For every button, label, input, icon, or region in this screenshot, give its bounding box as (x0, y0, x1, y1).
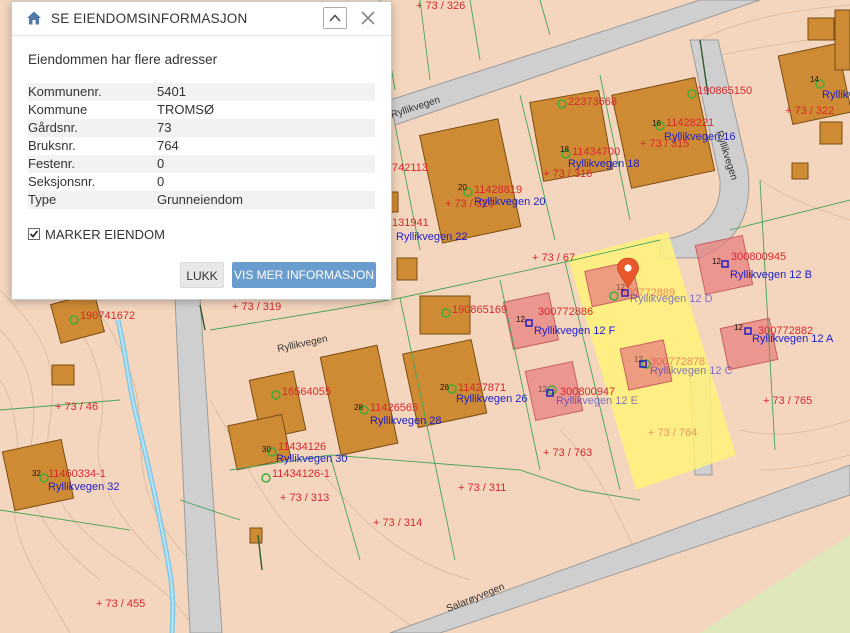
parcel-number-label: + 73 / 313 (280, 492, 329, 504)
building-id-label: 11426565 (370, 402, 418, 414)
building-id-label: 22373668 (568, 96, 617, 108)
building-id-label: 11434126-1 (272, 468, 330, 480)
marker-label: MARKER EIENDOM (45, 227, 165, 242)
row-value: 73 (157, 119, 375, 137)
parcel-number-label: + 73 / 326 (416, 0, 465, 12)
show-more-info-button[interactable]: VIS MER INFORMASJON (232, 262, 376, 288)
row-label: Kommune (28, 102, 88, 117)
row-label: Festenr. (28, 155, 157, 173)
building-id-label: 742113 (392, 162, 428, 174)
collapse-button[interactable] (323, 7, 347, 29)
row-value: 0 (157, 174, 165, 189)
house-number-label: 12 (634, 355, 643, 364)
building-id-label: 16564055 (282, 386, 331, 398)
house-number-label: 12 (734, 323, 743, 332)
close-button[interactable]: LUKK (180, 262, 224, 288)
table-row: Seksjonsnr. 0 (28, 173, 375, 191)
chevron-up-icon (329, 14, 341, 22)
table-row: Gårdsnr. 73 (28, 119, 375, 137)
row-value: TROMSØ (157, 102, 215, 117)
house-number-label: 32 (32, 469, 41, 478)
building-id-label: 11434700 (572, 146, 620, 158)
popup-title: SE EIENDOMSINFORMASJON (51, 11, 248, 26)
parcel-number-label: + 73 / 765 (763, 395, 812, 407)
building-id-label: 190865169 (452, 304, 507, 316)
table-row: Kommunenr. 5401 (28, 83, 375, 101)
address-label: Ryllikvegen 12 F (534, 325, 616, 337)
house-number-label: 16 (652, 119, 661, 128)
row-value: Grunneiendom (157, 191, 375, 209)
green-area (700, 535, 850, 633)
building-id-label: 11428221 (666, 117, 714, 129)
address-label: Ryllikvegen 20 (474, 196, 546, 208)
building-id-label: 190741672 (80, 310, 135, 322)
house-number-label: 26 (440, 383, 449, 392)
parcel-number-label: + 73 / 319 (232, 301, 281, 313)
property-info-table: Kommunenr. 5401 Kommune TROMSØ Gårdsnr. 73 … (28, 83, 375, 209)
building-id-label: 131941 (392, 217, 429, 229)
row-label: Type (28, 191, 157, 209)
parcel-number-label: + 73 / 311 (458, 482, 506, 494)
row-value: 764 (157, 138, 179, 153)
building-id-label: 11428819 (474, 184, 522, 196)
marker-checkbox[interactable] (28, 228, 40, 240)
street-name-label: Ryllikvegen (276, 334, 328, 355)
row-label: Seksjonsnr. (28, 174, 96, 189)
property-info-popup: SE EIENDOMSINFORMASJON Eiendommen har fl… (11, 1, 392, 300)
building-id-label: 300772886 (538, 306, 593, 318)
parcel-number-label: + 73 / 763 (543, 447, 592, 459)
marker-property-option[interactable]: MARKER EIENDOM (28, 227, 165, 242)
row-value: 0 (157, 155, 375, 173)
address-label: Ryllikvegen 12 A (752, 333, 834, 345)
parcel-number-label: + 73 / 314 (373, 517, 422, 529)
address-label: Ryllikvegen 18 (568, 158, 640, 170)
building-id-label: 11434126 (278, 441, 326, 453)
popup-subtitle: Eiendommen har flere adresser (28, 52, 218, 67)
address-label: Ryllikvegen 12 D (630, 293, 713, 305)
table-row: Type Grunneiendom (28, 191, 375, 209)
row-value: 5401 (157, 83, 375, 101)
house-number-label: 12 (538, 385, 547, 394)
house-number-label: 14 (810, 75, 819, 84)
close-icon[interactable] (358, 8, 378, 28)
address-label: Ryllikvegen 12 E (556, 395, 638, 407)
house-number-label: 12 (616, 283, 625, 292)
house-number-label: 18 (560, 145, 569, 154)
house-number-label: 12 (712, 257, 721, 266)
parcel-number-label: + 73 / 322 (785, 105, 834, 117)
row-label: Kommunenr. (28, 83, 157, 101)
building-id-label: 300800945 (731, 251, 786, 263)
building-id-label: 11460334-1 (48, 468, 106, 480)
parcel-number-label: + 73 / 455 (96, 598, 145, 610)
checkmark-icon (29, 230, 39, 238)
address-label: Ryllikvegen 28 (370, 415, 442, 427)
address-label: Ryllikvegen 26 (456, 393, 528, 405)
house-number-label: 30 (262, 445, 271, 454)
parcel-number-label: + 73 / 764 (648, 427, 697, 439)
table-row: Kommune TROMSØ (28, 101, 375, 119)
address-label: Ryllikvegen 32 (48, 481, 120, 493)
parcel-number-label: + 73 / 46 (55, 401, 98, 413)
table-row: Festenr. 0 (28, 155, 375, 173)
address-label: Ryllikvegen 12 C (650, 365, 733, 377)
home-icon (27, 11, 41, 25)
row-label: Gårdsnr. (28, 119, 157, 137)
parcel-number-label: + 73 / 67 (532, 252, 575, 264)
house-number-label: 28 (354, 403, 363, 412)
address-label: Ryllikvegen 12 B (730, 269, 812, 281)
house-number-label: 20 (458, 183, 467, 192)
popup-header: SE EIENDOMSINFORMASJON (12, 2, 391, 36)
table-row: Bruksnr. 764 (28, 137, 375, 155)
address-label: Ryllikvegen 22 (396, 231, 468, 243)
row-label: Bruksnr. (28, 138, 76, 153)
address-label: Ryllikvegen 14 (822, 89, 850, 101)
building-id-label: 190865150 (697, 85, 752, 97)
stream-edge (117, 319, 174, 633)
address-label: Ryllikvegen 30 (276, 453, 348, 465)
house-number-label: 12 (516, 315, 525, 324)
address-label: Ryllikvegen 16 (664, 131, 736, 143)
